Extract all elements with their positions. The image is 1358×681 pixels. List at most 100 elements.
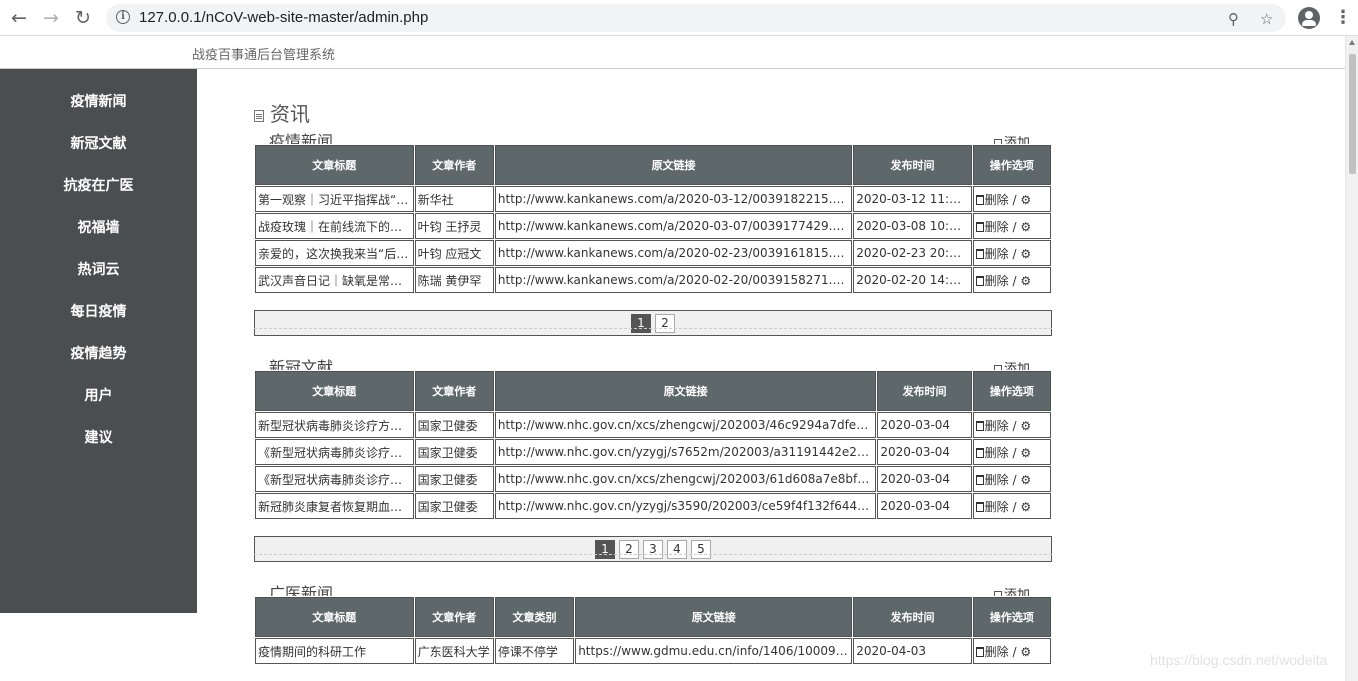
table-cell: https://www.gdmu.edu.cn/info/1406/10009.… xyxy=(575,638,853,664)
table-row: 战疫玫瑰｜在前线流下的泪水 叶钧 王抒灵 http://www.kankanews.… xyxy=(255,213,1051,239)
sidebar-item-daily[interactable]: 每日疫情 xyxy=(0,291,197,333)
forward-icon[interactable]: → xyxy=(38,5,64,31)
page-button[interactable]: 2 xyxy=(655,314,675,333)
page-button[interactable]: 3 xyxy=(643,540,663,559)
table-cell: 2020-03-04 xyxy=(877,493,972,519)
zoom-icon[interactable]: ⚲ xyxy=(1228,10,1239,28)
trash-icon xyxy=(975,447,984,458)
delete-button[interactable]: 删除 xyxy=(975,193,1009,207)
table-cell: http://www.kankanews.com/a/2020-03-07/00… xyxy=(494,213,853,239)
table-cell: 亲爱的，这次换我来当“后勤” xyxy=(255,240,414,266)
page-scrollbar[interactable] xyxy=(1345,36,1358,681)
column-header: 文章标题 xyxy=(255,597,414,637)
table-row: 《新型冠状病毒肺炎诊疗方案》 国家卫健委 http://www.nhc.gov.cn… xyxy=(255,439,1051,465)
trash-icon xyxy=(975,248,984,259)
table-row: 新型冠状病毒肺炎诊疗方案（试行第七版）国家卫健委http://www.nhc.g… xyxy=(255,412,1051,438)
table-cell: 停课不停学 xyxy=(494,638,575,664)
table-cell: http://www.kankanews.com/a/2020-03-12/00… xyxy=(494,186,853,212)
trash-icon xyxy=(975,194,984,205)
table-cell: 2020-03-12 11:07:27 xyxy=(853,186,972,212)
sidebar-item-blessing-wall[interactable]: 祝福墙 xyxy=(0,207,197,249)
sidebar-item-news[interactable]: 疫情新闻 xyxy=(0,81,197,123)
sidebar-item-users[interactable]: 用户 xyxy=(0,375,197,417)
gear-icon[interactable]: ⚙ xyxy=(1020,247,1031,261)
delete-button[interactable]: 删除 xyxy=(975,274,1009,288)
pagination: 12 xyxy=(254,310,1052,336)
gear-icon[interactable]: ⚙ xyxy=(1020,645,1031,659)
table-cell: 《新型冠状病毒肺炎诊疗方案》 xyxy=(255,466,414,492)
delete-button[interactable]: 删除 xyxy=(975,247,1009,261)
row-actions: 删除 / ⚙ xyxy=(972,412,1051,438)
table-row: 第一观察｜习近平指挥战“疫” 新华社 http://www.kankanews.co… xyxy=(255,186,1051,212)
row-actions: 删除 / ⚙ xyxy=(972,267,1051,293)
gear-icon[interactable]: ⚙ xyxy=(1020,419,1031,433)
table-cell: http://www.kankanews.com/a/2020-02-20/00… xyxy=(494,267,853,293)
column-header: 操作选项 xyxy=(972,371,1051,411)
delete-button[interactable]: 删除 xyxy=(975,645,1009,659)
url-text[interactable]: 127.0.0.1/nCoV-web-site-master/admin.php xyxy=(139,9,428,26)
column-header: 文章类别 xyxy=(494,597,575,637)
delete-button[interactable]: 删除 xyxy=(975,500,1009,514)
table-row: 武汉声音日记｜缺氧是常态与 陈瑞 黄伊罕 http://www.kankanews.… xyxy=(255,267,1051,293)
gear-icon[interactable]: ⚙ xyxy=(1020,500,1031,514)
browser-toolbar: ← → ↻ i 127.0.0.1/nCoV-web-site-master/a… xyxy=(0,0,1358,36)
delete-button[interactable]: 删除 xyxy=(975,220,1009,234)
table-cell: 国家卫健委 xyxy=(414,439,494,465)
delete-button[interactable]: 删除 xyxy=(975,473,1009,487)
trash-icon xyxy=(975,646,984,657)
page-button[interactable]: 1 xyxy=(595,540,615,559)
page-button[interactable]: 4 xyxy=(667,540,687,559)
profile-avatar-icon[interactable] xyxy=(1298,7,1320,29)
bookmark-star-icon[interactable]: ☆ xyxy=(1260,10,1273,28)
column-header: 操作选项 xyxy=(972,145,1051,185)
column-header: 发布时间 xyxy=(877,371,972,411)
table-cell: 广东医科大学 xyxy=(414,638,494,664)
table-cell: 2020-04-03 xyxy=(853,638,972,664)
table-row: 《新型冠状病毒肺炎诊疗方案》 国家卫健委 http://www.nhc.gov.cn… xyxy=(255,466,1051,492)
sidebar-item-gmu[interactable]: 抗疫在广医 xyxy=(0,165,197,207)
row-actions: 删除 / ⚙ xyxy=(972,240,1051,266)
column-header: 文章标题 xyxy=(255,371,414,411)
column-header: 原文链接 xyxy=(494,145,853,185)
browser-menu-icon[interactable]: ⋮ xyxy=(1334,7,1352,29)
delete-button[interactable]: 删除 xyxy=(975,419,1009,433)
page-button[interactable]: 5 xyxy=(691,540,711,559)
row-actions: 删除 / ⚙ xyxy=(972,466,1051,492)
page-heading: 资讯 xyxy=(254,98,310,127)
gear-icon[interactable]: ⚙ xyxy=(1020,193,1031,207)
scroll-up-arrow-icon[interactable] xyxy=(1349,40,1355,45)
address-bar[interactable]: i 127.0.0.1/nCoV-web-site-master/admin.p… xyxy=(106,4,1286,32)
sidebar-item-word-cloud[interactable]: 热词云 xyxy=(0,249,197,291)
table-cell: 2020-03-04 xyxy=(877,439,972,465)
gear-icon[interactable]: ⚙ xyxy=(1020,220,1031,234)
row-actions: 删除 / ⚙ xyxy=(972,493,1051,519)
delete-button[interactable]: 删除 xyxy=(975,446,1009,460)
sidebar-item-trend[interactable]: 疫情趋势 xyxy=(0,333,197,375)
page-title: 资讯 xyxy=(270,102,310,126)
sidebar-item-suggestions[interactable]: 建议 xyxy=(0,417,197,459)
reload-icon[interactable]: ↻ xyxy=(70,5,96,31)
top-header: 战疫百事通后台管理系统 xyxy=(0,36,1345,69)
table-cell: 武汉声音日记｜缺氧是常态与 xyxy=(255,267,414,293)
column-header: 文章作者 xyxy=(414,371,494,411)
section-divider xyxy=(254,328,1052,329)
trash-icon xyxy=(975,221,984,232)
gear-icon[interactable]: ⚙ xyxy=(1020,274,1031,288)
scroll-thumb[interactable] xyxy=(1349,54,1356,174)
table-cell: 国家卫健委 xyxy=(414,412,494,438)
table-cell: http://www.nhc.gov.cn/xcs/zhengcwj/20200… xyxy=(494,466,877,492)
row-actions: 删除 / ⚙ xyxy=(972,213,1051,239)
sidebar-item-literature[interactable]: 新冠文献 xyxy=(0,123,197,165)
page-button[interactable]: 2 xyxy=(619,540,639,559)
gear-icon[interactable]: ⚙ xyxy=(1020,446,1031,460)
back-icon[interactable]: ← xyxy=(6,5,32,31)
page-button[interactable]: 1 xyxy=(631,314,651,333)
table-cell: 新冠肺炎康复者恢复期血浆临床治疗方案 xyxy=(255,493,414,519)
literature-table: 文章标题 文章作者 原文链接 发布时间 操作选项 新型冠状病毒肺炎诊疗方案（试行… xyxy=(254,370,1052,520)
table-cell: 新华社 xyxy=(414,186,494,212)
trash-icon xyxy=(975,420,984,431)
site-info-icon[interactable]: i xyxy=(116,10,130,24)
row-actions: 删除 / ⚙ xyxy=(972,186,1051,212)
gear-icon[interactable]: ⚙ xyxy=(1020,473,1031,487)
table-cell: http://www.kankanews.com/a/2020-02-23/00… xyxy=(494,240,853,266)
